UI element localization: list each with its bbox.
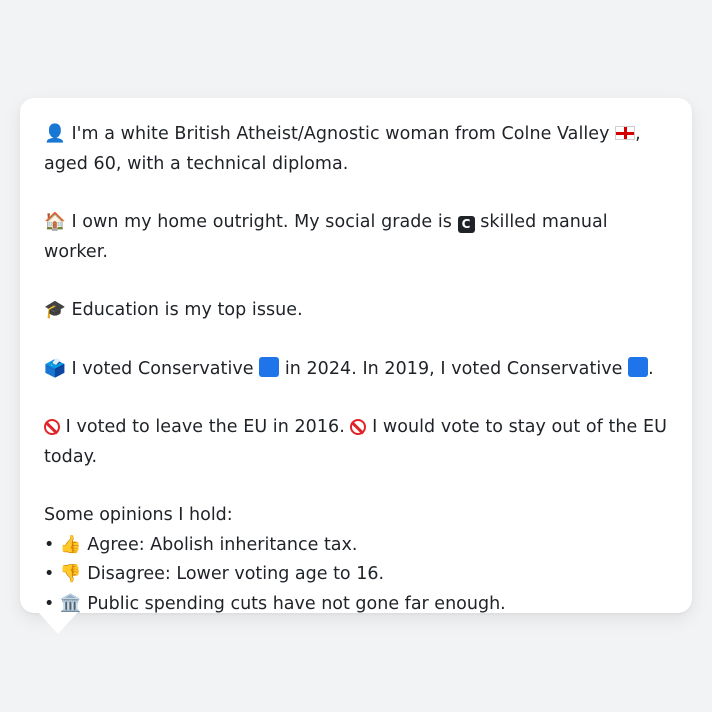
- person-icon: 👤: [44, 124, 66, 144]
- eu-text-1: I voted to leave the EU in 2016.: [65, 417, 345, 437]
- eu-paragraph: I voted to leave the EU in 2016. I would…: [44, 413, 668, 472]
- graduation-cap-icon: 🎓: [44, 300, 66, 320]
- education-paragraph: 🎓 Education is my top issue.: [44, 296, 668, 326]
- opinion-item: • 🏛️ Public spending cuts have not gone …: [44, 590, 668, 620]
- opinions-section: Some opinions I hold: • 👍 Agree: Abolish…: [44, 501, 668, 619]
- speech-bubble-tail: [38, 612, 78, 634]
- england-flag-icon: [615, 126, 636, 140]
- education-text: Education is my top issue.: [71, 300, 303, 320]
- persona-card: 👤 I'm a white British Atheist/Agnostic w…: [20, 98, 692, 614]
- social-grade-badge-icon: C: [457, 216, 475, 233]
- home-paragraph: 🏠 I own my home outright. My social grad…: [44, 208, 668, 267]
- blue-square-icon: [628, 356, 649, 377]
- thumbs-down-icon: 👎: [59, 564, 82, 584]
- vote-text-2: in 2024. In 2019, I voted Conservative: [284, 358, 623, 379]
- home-text: I own my home outright. My social grade …: [71, 212, 452, 232]
- intro-paragraph: 👤 I'm a white British Atheist/Agnostic w…: [44, 120, 668, 179]
- vote-text-1: I voted Conservative: [71, 358, 254, 379]
- bullet: •: [44, 534, 55, 555]
- opinion-text: Disagree: Lower voting age to 16.: [87, 564, 385, 584]
- intro-text: I'm a white British Atheist/Agnostic wom…: [71, 124, 610, 144]
- no-entry-icon: [44, 419, 60, 435]
- ballot-box-icon: 🗳️: [44, 358, 66, 379]
- house-icon: 🏠: [44, 212, 66, 232]
- opinion-text: Agree: Abolish inheritance tax.: [87, 534, 358, 555]
- blue-square-icon: [259, 356, 280, 377]
- bullet: •: [44, 593, 55, 614]
- opinion-item: • 👍 Agree: Abolish inheritance tax.: [44, 531, 668, 561]
- opinion-text: Public spending cuts have not gone far e…: [87, 593, 506, 614]
- opinion-item: • 👎 Disagree: Lower voting age to 16.: [44, 560, 668, 590]
- opinions-heading: Some opinions I hold:: [44, 505, 233, 525]
- vote-text-3: .: [648, 358, 654, 379]
- thumbs-up-icon: 👍: [59, 534, 82, 555]
- no-entry-icon: [350, 419, 367, 435]
- bullet: •: [44, 564, 55, 584]
- vote-paragraph: 🗳️ I voted Conservative in 2024. In 2019…: [44, 355, 668, 385]
